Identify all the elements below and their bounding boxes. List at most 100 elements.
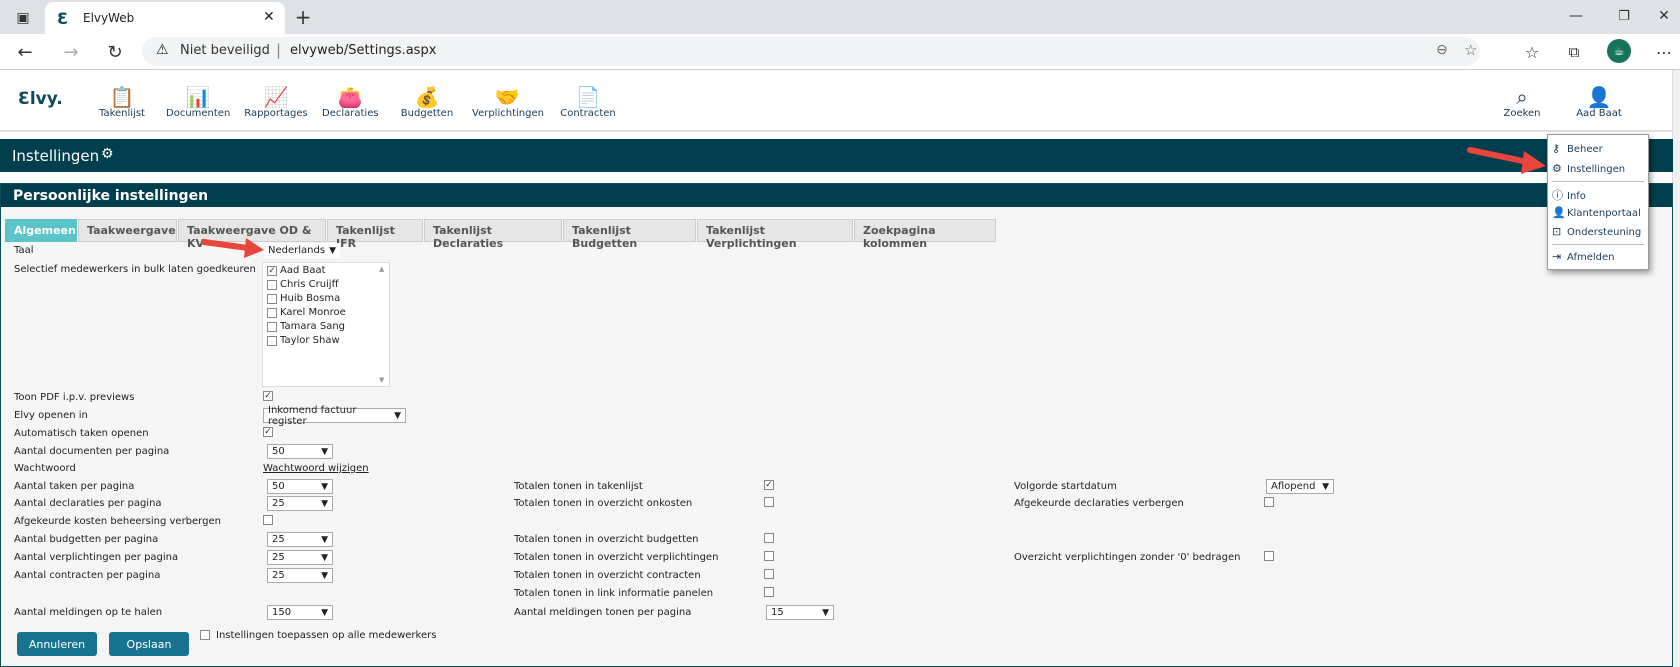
notifications-fetch-select[interactable]: 150 ▼ [267, 605, 333, 620]
menu-item-afmelden[interactable]: ⇥ Afmelden [1552, 250, 1615, 263]
browser-chrome: ▣ Ɛ ElvyWeb ✕ + — ❐ ✕ ← → ↻ ⚠ Niet bevei… [0, 0, 1680, 70]
menu-item-info[interactable]: ⓘ Info [1552, 187, 1586, 203]
totals-budgets-checkbox[interactable] [764, 533, 774, 543]
notifications-per-page-select[interactable]: 15 ▼ [766, 605, 834, 620]
user-checkbox-karel-monroe[interactable] [267, 308, 277, 318]
elvy-logo[interactable]: Ɛlvy. [18, 89, 63, 109]
tab-takenlijst-ifr[interactable]: Takenlijst IFR [327, 219, 423, 250]
add-favorite-icon[interactable]: ☆ [1464, 41, 1477, 59]
hide-rejected-costs-checkbox[interactable] [263, 515, 273, 525]
hide-rejected-costs-label: Afgekeurde kosten beheersing verbergen [14, 516, 221, 527]
docs-per-page-select[interactable]: 50 ▼ [267, 444, 333, 459]
list-item: Chris Cruijff [280, 279, 339, 290]
user-icon: 👤 [1552, 206, 1566, 219]
annotation-arrow-instellingen [1467, 147, 1546, 174]
taal-select[interactable]: Nederlands ▼ [264, 243, 340, 258]
back-icon[interactable]: ← [12, 40, 38, 64]
browser-tab[interactable]: Ɛ ElvyWeb ✕ [45, 2, 285, 36]
nav-verplichtingen[interactable]: 🤝 Verplichtingen [472, 85, 544, 119]
user-checkbox-huib-bosma[interactable] [267, 294, 277, 304]
nav-budgetten[interactable]: 💰 Budgetten [400, 86, 454, 119]
apply-all-checkbox[interactable] [200, 630, 210, 640]
auto-open-checkbox[interactable]: ✓ [263, 427, 273, 437]
nav-user[interactable]: 👤 Aad Baat [1576, 86, 1622, 119]
menu-item-beheer[interactable]: ⚷ Beheer [1552, 142, 1603, 155]
user-checkbox-taylor-shaw[interactable] [267, 336, 277, 346]
menu-item-ondersteuning[interactable]: ⊡ Ondersteuning [1552, 225, 1641, 238]
more-options-icon[interactable]: ⋯ [1652, 40, 1676, 64]
totals-costs-checkbox[interactable] [764, 497, 774, 507]
nav-search[interactable]: ⌕ Zoeken [1502, 86, 1542, 119]
money-bag-icon: 💰 [414, 85, 440, 109]
close-tab-icon[interactable]: ✕ [263, 9, 275, 25]
tab-takenlijst-declaraties[interactable]: Takenlijst Declaraties [424, 219, 562, 250]
menu-item-instellingen[interactable]: ⚙ Instellingen [1552, 162, 1625, 175]
tasks-per-page-select[interactable]: 50 ▼ [267, 479, 333, 494]
scroll-down-icon[interactable]: ▼ [379, 376, 384, 384]
wallet-icon: 👛 [337, 85, 363, 109]
contracts-per-page-select[interactable]: 25 ▼ [267, 568, 333, 583]
tab-zoekpagina-kolommen[interactable]: Zoekpagina kolommen [854, 219, 996, 250]
totals-tasklist-checkbox[interactable]: ✓ [764, 480, 774, 490]
nav-documenten[interactable]: 📊 Documenten [166, 86, 230, 119]
favorites-icon[interactable]: ☆ [1520, 40, 1544, 64]
zero-commitments-checkbox[interactable] [1264, 551, 1274, 561]
forward-icon[interactable]: → [58, 40, 84, 64]
hide-rejected-decl-label: Afgekeurde declaraties verbergen [1014, 498, 1184, 509]
nav-takenlijst[interactable]: 📋 Takenlijst [96, 86, 148, 119]
url-field[interactable]: ⚠ Niet beveiligd | elvyweb/Settings.aspx… [142, 37, 1480, 66]
new-tab-icon[interactable]: + [293, 5, 313, 29]
profile-icon[interactable]: ☕ [1607, 39, 1631, 63]
tab-algemeen[interactable]: Algemeen [5, 219, 77, 242]
minimize-icon[interactable]: — [1566, 6, 1586, 26]
restore-icon[interactable]: ❐ [1614, 6, 1634, 26]
totals-commitments-checkbox[interactable] [764, 551, 774, 561]
tab-takenlijst-verplichtingen[interactable]: Takenlijst Verplichtingen [697, 219, 853, 250]
user-icon: 👤 [1586, 85, 1612, 109]
employee-list[interactable]: ▲ ▼ ✓ Aad Baat Chris Cruijff Huib Bosma … [262, 262, 390, 387]
totals-link-checkbox[interactable] [764, 587, 774, 597]
url-text: elvyweb/Settings.aspx [290, 43, 437, 58]
tab-takenlijst-budgetten[interactable]: Takenlijst Budgetten [563, 219, 696, 250]
collections-icon[interactable]: ⧉ [1562, 40, 1586, 64]
start-order-select[interactable]: Aflopend ▼ [1266, 479, 1334, 494]
budgets-per-page-select[interactable]: 25 ▼ [267, 532, 333, 547]
nav-declaraties[interactable]: 👛 Declaraties [322, 85, 379, 119]
security-label: Niet beveiligd [180, 43, 270, 58]
commitments-per-page-label: Aantal verplichtingen per pagina [14, 552, 179, 563]
tab-actions-icon[interactable]: ▣ [12, 8, 34, 28]
totals-tasklist-label: Totalen tonen in takenlijst [514, 481, 643, 492]
menu-divider [1552, 244, 1644, 245]
menu-item-klantenportaal[interactable]: 👤Klantenportaal [1552, 206, 1641, 219]
nav-contracten[interactable]: 📄 Contracten [560, 86, 616, 119]
change-password-link[interactable]: Wachtwoord wijzigen [263, 463, 369, 474]
tab-title: ElvyWeb [83, 11, 135, 25]
hide-rejected-decl-checkbox[interactable] [1264, 497, 1274, 507]
address-bar-row: ← → ↻ ⚠ Niet beveiligd | elvyweb/Setting… [0, 34, 1680, 70]
contracts-per-page-label: Aantal contracten per pagina [14, 570, 161, 581]
user-checkbox-tamara-sang[interactable] [267, 322, 277, 332]
decl-per-page-select[interactable]: 25 ▼ [267, 496, 333, 511]
close-window-icon[interactable]: ✕ [1654, 6, 1674, 26]
chart-icon: 📈 [263, 85, 289, 109]
tab-taakweergave[interactable]: Taakweergave [78, 219, 177, 242]
user-checkbox-chris-cruijff[interactable] [267, 280, 277, 290]
chevron-down-icon: ▼ [321, 498, 328, 509]
save-button[interactable]: Opslaan [109, 632, 189, 656]
commitments-per-page-select[interactable]: 25 ▼ [267, 550, 333, 565]
zoom-icon[interactable]: ⊖ [1436, 42, 1448, 58]
reload-icon[interactable]: ↻ [102, 40, 128, 64]
scroll-up-icon[interactable]: ▲ [379, 265, 384, 273]
user-checkbox-aad-baat[interactable]: ✓ [267, 266, 277, 276]
url-divider: | [276, 41, 282, 59]
page-scrollbar[interactable] [1672, 70, 1680, 667]
nav-rapportages[interactable]: 📈 Rapportages [244, 86, 308, 119]
start-order-label: Volgorde startdatum [1014, 481, 1117, 492]
handshake-icon: 🤝 [494, 85, 520, 109]
totals-contracts-checkbox[interactable] [764, 569, 774, 579]
list-scrollbar[interactable]: ▲ ▼ [377, 263, 389, 386]
open-in-select[interactable]: Inkomend factuur register ▼ [263, 405, 406, 427]
pdf-preview-checkbox[interactable]: ✓ [263, 391, 273, 401]
apply-all-label: Instellingen toepassen op alle medewerke… [216, 630, 437, 641]
cancel-button[interactable]: Annuleren [17, 632, 97, 656]
